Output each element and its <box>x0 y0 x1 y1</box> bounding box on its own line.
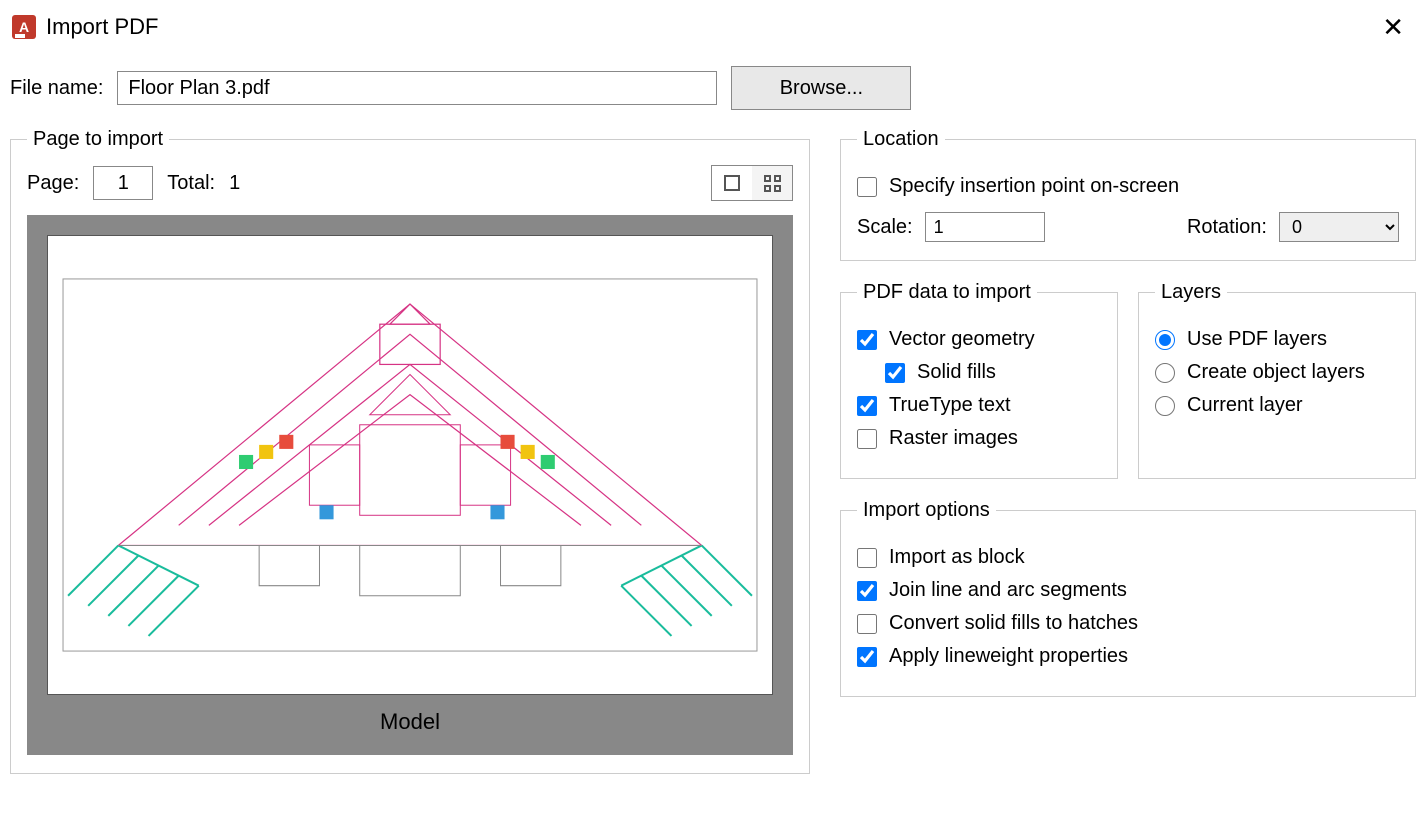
single-view-button[interactable] <box>712 166 752 200</box>
single-view-icon <box>724 175 740 191</box>
use-pdf-layers-radio[interactable]: Use PDF layers <box>1155 328 1399 351</box>
join-segments-checkbox[interactable]: Join line and arc segments <box>857 579 1399 602</box>
solid-fills-checkbox[interactable]: Solid fills <box>885 361 1101 384</box>
create-object-layers-radio[interactable]: Create object layers <box>1155 361 1399 384</box>
grid-view-button[interactable] <box>752 166 792 200</box>
view-toggle <box>711 165 793 201</box>
layers-group: Layers Use PDF layers Create object laye… <box>1138 281 1416 479</box>
total-label: Total: <box>167 172 215 195</box>
import-options-legend: Import options <box>857 499 996 522</box>
import-options-group: Import options Import as block Join line… <box>840 499 1416 697</box>
specify-insertion-label: Specify insertion point on-screen <box>889 175 1179 198</box>
browse-button[interactable]: Browse... <box>731 66 911 110</box>
window-title: Import PDF <box>46 14 158 40</box>
scale-input[interactable] <box>925 212 1045 242</box>
page-to-import-group: Page to import Page: Total: 1 <box>10 128 810 774</box>
grid-view-icon <box>764 175 781 192</box>
preview-frame: Model <box>27 215 793 755</box>
scale-label: Scale: <box>857 216 913 239</box>
app-icon: A <box>12 15 36 39</box>
convert-fills-checkbox[interactable]: Convert solid fills to hatches <box>857 612 1399 635</box>
close-icon[interactable]: ✕ <box>1372 10 1414 44</box>
truetype-text-checkbox[interactable]: TrueType text <box>857 394 1101 417</box>
page-label: Page: <box>27 172 79 195</box>
model-label: Model <box>47 695 773 735</box>
current-layer-radio[interactable]: Current layer <box>1155 394 1399 417</box>
rotation-label: Rotation: <box>1187 216 1267 239</box>
page-number-input[interactable] <box>93 166 153 200</box>
specify-insertion-checkbox[interactable]: Specify insertion point on-screen <box>857 175 1399 198</box>
rotation-select[interactable]: 0 <box>1279 212 1399 242</box>
layers-legend: Layers <box>1155 281 1227 304</box>
pdf-data-legend: PDF data to import <box>857 281 1037 304</box>
apply-lineweight-checkbox[interactable]: Apply lineweight properties <box>857 645 1399 668</box>
raster-images-checkbox[interactable]: Raster images <box>857 427 1101 450</box>
import-as-block-checkbox[interactable]: Import as block <box>857 546 1399 569</box>
filename-input[interactable] <box>117 71 717 105</box>
filename-label: File name: <box>10 77 103 100</box>
location-group: Location Specify insertion point on-scre… <box>840 128 1416 261</box>
location-legend: Location <box>857 128 945 151</box>
page-to-import-legend: Page to import <box>27 128 169 151</box>
vector-geometry-checkbox[interactable]: Vector geometry <box>857 328 1101 351</box>
pdf-data-group: PDF data to import Vector geometry Solid… <box>840 281 1118 479</box>
preview-page[interactable] <box>47 235 773 695</box>
floorplan-preview-icon <box>58 266 762 664</box>
total-value: 1 <box>229 172 240 195</box>
